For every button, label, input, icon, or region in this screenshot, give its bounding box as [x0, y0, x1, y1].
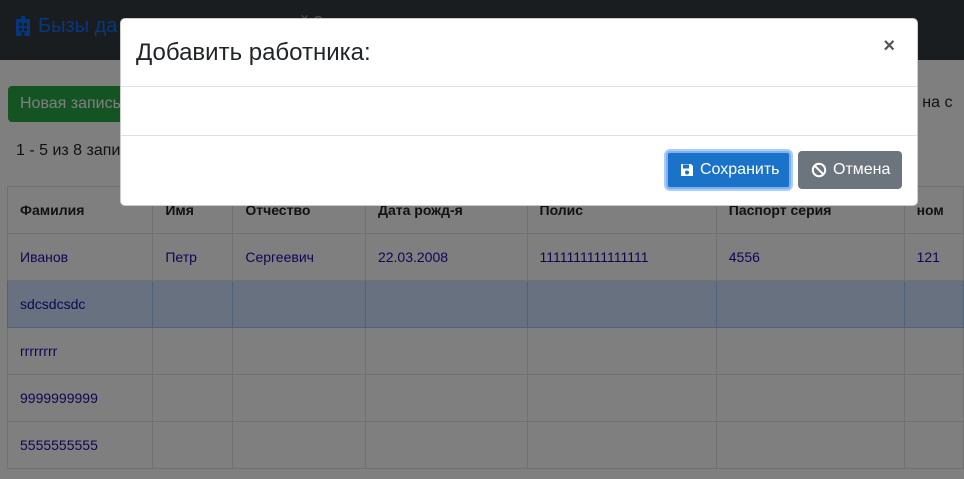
floppy-disk-icon	[681, 164, 693, 176]
cancel-button[interactable]: Отмена	[798, 151, 902, 189]
save-button[interactable]: Сохранить	[666, 151, 791, 189]
modal-title: Добавить работника:	[136, 39, 371, 66]
save-button-label: Сохранить	[700, 161, 780, 178]
ban-icon	[811, 162, 827, 178]
add-employee-modal: Добавить работника: × Сохранить Отмена	[120, 18, 918, 206]
modal-body	[121, 87, 917, 136]
cancel-button-label: Отмена	[833, 161, 891, 178]
modal-footer: Сохранить Отмена	[121, 136, 917, 206]
close-button[interactable]: ×	[877, 35, 901, 57]
modal-header: Добавить работника: ×	[121, 19, 917, 87]
